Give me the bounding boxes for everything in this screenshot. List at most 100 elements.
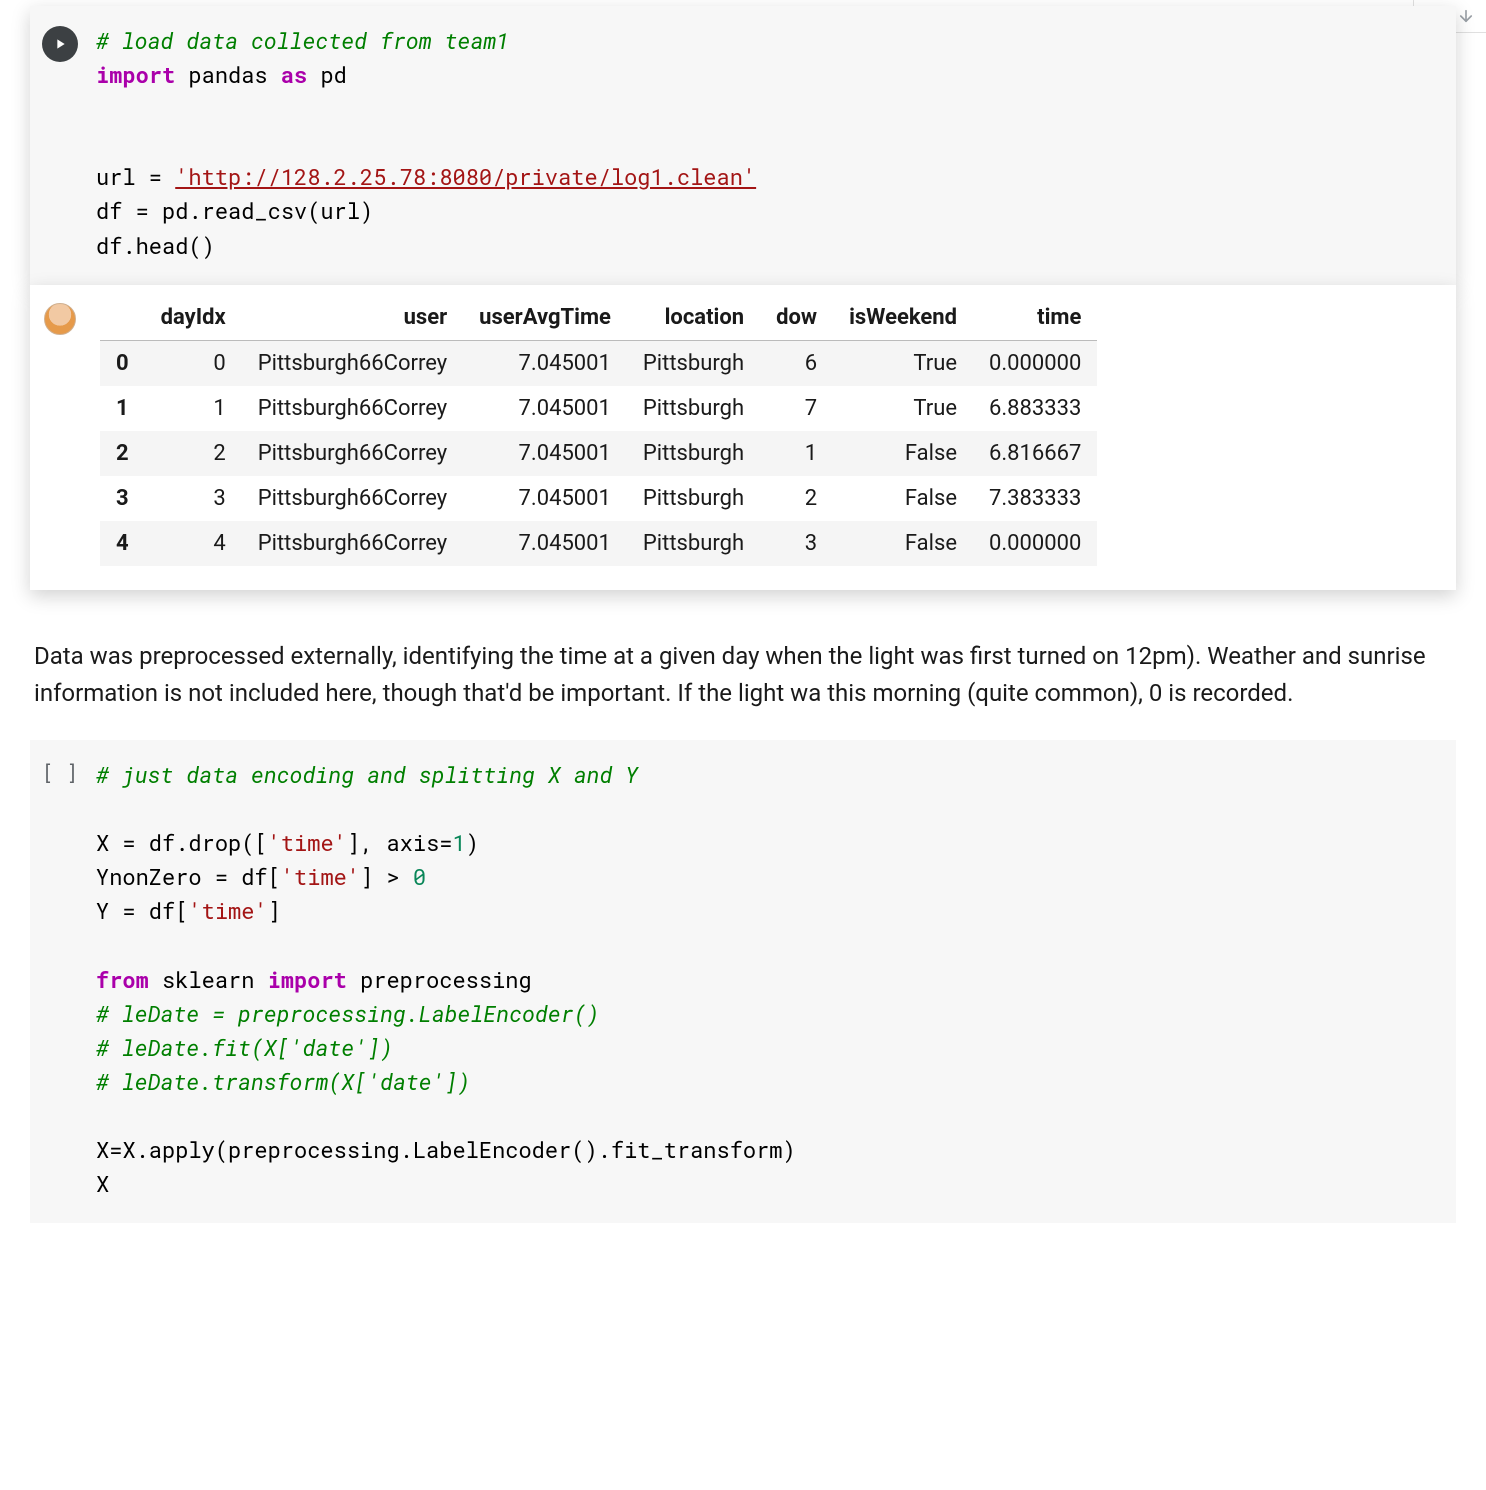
- table-cell: False: [833, 521, 973, 566]
- code-comment: # load data collected from team1: [96, 26, 509, 55]
- table-header-row: dayIdx user userAvgTime location dow isW…: [100, 295, 1097, 341]
- col-user: user: [242, 295, 463, 341]
- code-token: ] >: [360, 862, 413, 891]
- code-comment: # leDate.fit(X['date']): [96, 1033, 393, 1062]
- code-editor[interactable]: # load data collected from team1 import …: [90, 6, 1456, 285]
- table-cell: Pittsburgh: [627, 476, 760, 521]
- code-token: ): [466, 828, 479, 857]
- table-cell: Pittsburgh: [627, 431, 760, 476]
- table-cell: 4: [145, 521, 242, 566]
- code-token: X = df.drop([: [96, 828, 268, 857]
- code-string: 'time': [188, 896, 267, 925]
- code-token: ], axis=: [347, 828, 453, 857]
- table-cell: 2: [100, 431, 145, 476]
- code-number: 1: [452, 828, 465, 857]
- table-cell: 3: [760, 521, 833, 566]
- output-gutter: [30, 285, 90, 566]
- col-userAvgTime: userAvgTime: [463, 295, 627, 341]
- table-cell: 7.045001: [463, 340, 627, 386]
- cell-output-1: dayIdx user userAvgTime location dow isW…: [30, 285, 1456, 590]
- col-isWeekend: isWeekend: [833, 295, 973, 341]
- table-cell: Pittsburgh66Correy: [242, 521, 463, 566]
- run-button[interactable]: [42, 26, 78, 62]
- table-cell: 1: [760, 431, 833, 476]
- table-cell: 0: [145, 340, 242, 386]
- code-line: X=X.apply(preprocessing.LabelEncoder().f…: [96, 1135, 796, 1164]
- code-token: sklearn: [162, 965, 254, 994]
- output-body: dayIdx user userAvgTime location dow isW…: [90, 285, 1456, 566]
- table-cell: 1: [100, 386, 145, 431]
- table-row: 44Pittsburgh66Correy7.045001Pittsburgh3F…: [100, 521, 1097, 566]
- code-keyword: from: [96, 965, 149, 994]
- code-token: url =: [96, 162, 175, 191]
- markdown-text: Data was preprocessed externally, identi…: [34, 638, 1456, 712]
- col-index: [100, 295, 145, 341]
- code-comment: # leDate = preprocessing.LabelEncoder(): [96, 999, 600, 1028]
- code-string: 'time': [268, 828, 347, 857]
- table-cell: Pittsburgh66Correy: [242, 340, 463, 386]
- table-cell: 7.045001: [463, 431, 627, 476]
- cell-gutter: [30, 6, 90, 285]
- table-cell: Pittsburgh: [627, 521, 760, 566]
- code-number: 0: [413, 862, 426, 891]
- code-comment: # leDate.transform(X['date']): [96, 1067, 470, 1096]
- table-cell: Pittsburgh: [627, 386, 760, 431]
- table-cell: True: [833, 340, 973, 386]
- code-cell-1: # load data collected from team1 import …: [30, 6, 1456, 285]
- table-cell: 7.045001: [463, 386, 627, 431]
- code-keyword: import: [268, 965, 347, 994]
- code-token: YnonZero = df[: [96, 862, 281, 891]
- code-token: ]: [268, 896, 281, 925]
- table-cell: 2: [145, 431, 242, 476]
- table-cell: 3: [100, 476, 145, 521]
- code-string: 'http://128.2.25.78:8080/private/log1.cl…: [175, 162, 756, 191]
- table-cell: 6.816667: [973, 431, 1097, 476]
- table-cell: 0: [100, 340, 145, 386]
- table-row: 00Pittsburgh66Correy7.045001Pittsburgh6T…: [100, 340, 1097, 386]
- table-row: 33Pittsburgh66Correy7.045001Pittsburgh2F…: [100, 476, 1097, 521]
- col-dayIdx: dayIdx: [145, 295, 242, 341]
- exec-count[interactable]: [ ]: [42, 760, 78, 786]
- table-cell: 0.000000: [973, 340, 1097, 386]
- table-cell: 1: [145, 386, 242, 431]
- code-line: X: [96, 1169, 109, 1198]
- cell-gutter: [ ]: [30, 740, 90, 1223]
- table-cell: False: [833, 476, 973, 521]
- code-keyword: as: [281, 60, 307, 89]
- code-token: Y = df[: [96, 896, 188, 925]
- col-dow: dow: [760, 295, 833, 341]
- code-token: pd: [320, 60, 346, 89]
- table-cell: 3: [145, 476, 242, 521]
- table-cell: Pittsburgh66Correy: [242, 476, 463, 521]
- table-cell: 7.383333: [973, 476, 1097, 521]
- table-cell: Pittsburgh: [627, 340, 760, 386]
- code-string: 'time': [281, 862, 360, 891]
- table-cell: Pittsburgh66Correy: [242, 386, 463, 431]
- table-cell: 2: [760, 476, 833, 521]
- table-row: 22Pittsburgh66Correy7.045001Pittsburgh1F…: [100, 431, 1097, 476]
- table-cell: 4: [100, 521, 145, 566]
- code-keyword: import: [96, 60, 175, 89]
- col-location: location: [627, 295, 760, 341]
- code-comment: # just data encoding and splitting X and…: [96, 760, 638, 789]
- table-cell: 7.045001: [463, 521, 627, 566]
- table-cell: False: [833, 431, 973, 476]
- table-cell: True: [833, 386, 973, 431]
- table-cell: Pittsburgh66Correy: [242, 431, 463, 476]
- avatar-icon: [44, 303, 76, 335]
- code-token: pandas: [188, 60, 267, 89]
- code-editor[interactable]: # just data encoding and splitting X and…: [90, 740, 1456, 1223]
- code-cell-2: [ ] # just data encoding and splitting X…: [30, 740, 1456, 1223]
- code-line: df.head(): [96, 231, 215, 260]
- col-time: time: [973, 295, 1097, 341]
- table-cell: 6: [760, 340, 833, 386]
- table-cell: 6.883333: [973, 386, 1097, 431]
- table-cell: 7: [760, 386, 833, 431]
- code-line: df = pd.read_csv(url): [96, 196, 373, 225]
- table-cell: 7.045001: [463, 476, 627, 521]
- table-cell: 0.000000: [973, 521, 1097, 566]
- code-token: preprocessing: [360, 965, 532, 994]
- dataframe-table: dayIdx user userAvgTime location dow isW…: [100, 295, 1097, 566]
- table-row: 11Pittsburgh66Correy7.045001Pittsburgh7T…: [100, 386, 1097, 431]
- move-down-icon[interactable]: [1452, 2, 1480, 30]
